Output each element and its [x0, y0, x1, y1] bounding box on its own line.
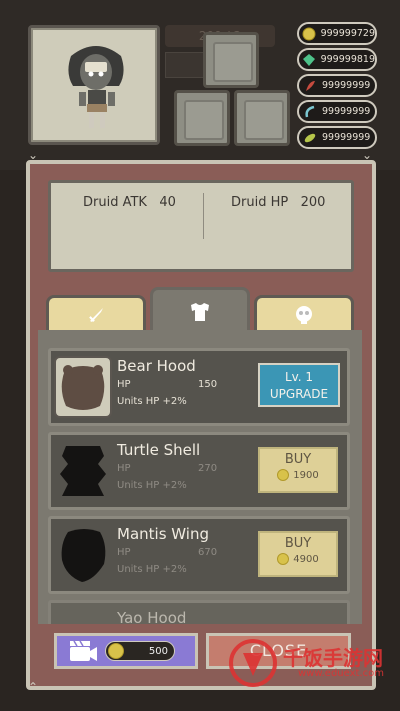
currency-gem: 999999819	[297, 48, 377, 71]
buy-button[interactable]: BUY 4900	[258, 531, 338, 577]
druid-character-icon	[68, 46, 124, 128]
item-description: Units HP +2%	[117, 564, 187, 575]
site-watermark: 千饭手游网 www.eduext.com	[228, 638, 398, 688]
upgrade-button[interactable]: Lv. 1 UPGRADE	[258, 363, 340, 407]
equip-slot-2[interactable]	[174, 90, 230, 146]
claw-icon	[301, 103, 319, 121]
equip-slot-1[interactable]	[203, 32, 259, 88]
leaf-icon	[301, 129, 319, 147]
currency-panel: 999999729 999999819 99999999 99999999 99…	[297, 22, 377, 152]
skull-icon	[296, 305, 312, 324]
item-description: Units HP +2%	[117, 396, 187, 407]
bear-hood-thumbnail	[54, 356, 112, 418]
atk-value: 40	[159, 195, 176, 210]
stats-box: Druid ATK 40 Druid HP 200	[48, 180, 354, 272]
currency-leaf: 99999999	[297, 126, 377, 149]
turtle-shell-silhouette-icon	[60, 446, 106, 496]
gold-coin-icon	[301, 25, 318, 43]
item-list[interactable]: Bear Hood HP 150 Units HP +2% Lv. 1 UPGR…	[38, 330, 362, 624]
buy-label: BUY	[284, 452, 312, 467]
turtle-shell-thumbnail	[54, 440, 112, 502]
tab-accessory[interactable]	[254, 295, 354, 331]
upgrade-level: Lv. 1	[284, 370, 314, 384]
list-item[interactable]: Mantis Wing HP 670 Units HP +2% BUY 4900	[48, 516, 350, 594]
character-portrait[interactable]	[28, 25, 160, 145]
item-name: Bear Hood	[117, 357, 196, 375]
gold-coin-icon	[277, 553, 290, 565]
item-name: Yao Hood	[117, 609, 187, 624]
item-stat-label: HP	[117, 463, 131, 474]
corner-ornament-icon: ⌃	[28, 680, 39, 694]
equip-slot-3[interactable]	[234, 90, 290, 146]
list-item[interactable]: Yao Hood	[48, 600, 350, 624]
stats-divider	[203, 193, 204, 239]
reward-amount: 500	[105, 641, 175, 661]
watermark-logo-icon	[229, 639, 277, 687]
armor-icon	[191, 302, 209, 321]
buy-price: 1900	[293, 469, 319, 481]
sword-icon	[89, 307, 103, 322]
video-camera-icon	[70, 640, 97, 661]
item-stat-value: 150	[198, 379, 218, 390]
tab-weapon[interactable]	[46, 295, 146, 331]
watch-video-button[interactable]: 500	[54, 633, 198, 669]
item-stat-label: HP	[117, 379, 131, 390]
gold-coin-icon	[277, 469, 290, 481]
item-name: Turtle Shell	[117, 441, 201, 459]
item-stat-value: 670	[198, 547, 218, 558]
mantis-wing-thumbnail	[54, 524, 112, 586]
red-feather-icon	[301, 77, 319, 95]
item-stat-value: 270	[198, 463, 218, 474]
buy-button[interactable]: BUY 1900	[258, 447, 338, 493]
buy-label: BUY	[284, 536, 312, 551]
green-gem-icon	[301, 51, 318, 69]
list-item[interactable]: Bear Hood HP 150 Units HP +2% Lv. 1 UPGR…	[48, 348, 350, 426]
currency-feather: 99999999	[297, 74, 377, 97]
bear-hood-icon	[61, 365, 105, 410]
gold-coin-icon	[108, 643, 124, 659]
item-name: Mantis Wing	[117, 525, 209, 543]
atk-label: Druid ATK	[83, 195, 147, 210]
item-stat-label: HP	[117, 547, 131, 558]
list-item[interactable]: Turtle Shell HP 270 Units HP +2% BUY 190…	[48, 432, 350, 510]
item-description: Units HP +2%	[117, 480, 187, 491]
buy-price: 4900	[293, 553, 319, 565]
hp-label: Druid HP	[231, 195, 289, 210]
mantis-wing-silhouette-icon	[61, 529, 106, 582]
currency-gold: 999999729	[297, 22, 377, 45]
hp-value: 200	[300, 195, 326, 210]
tab-armor[interactable]	[150, 287, 250, 333]
upgrade-label: UPGRADE	[269, 387, 329, 401]
currency-claw: 99999999	[297, 100, 377, 123]
